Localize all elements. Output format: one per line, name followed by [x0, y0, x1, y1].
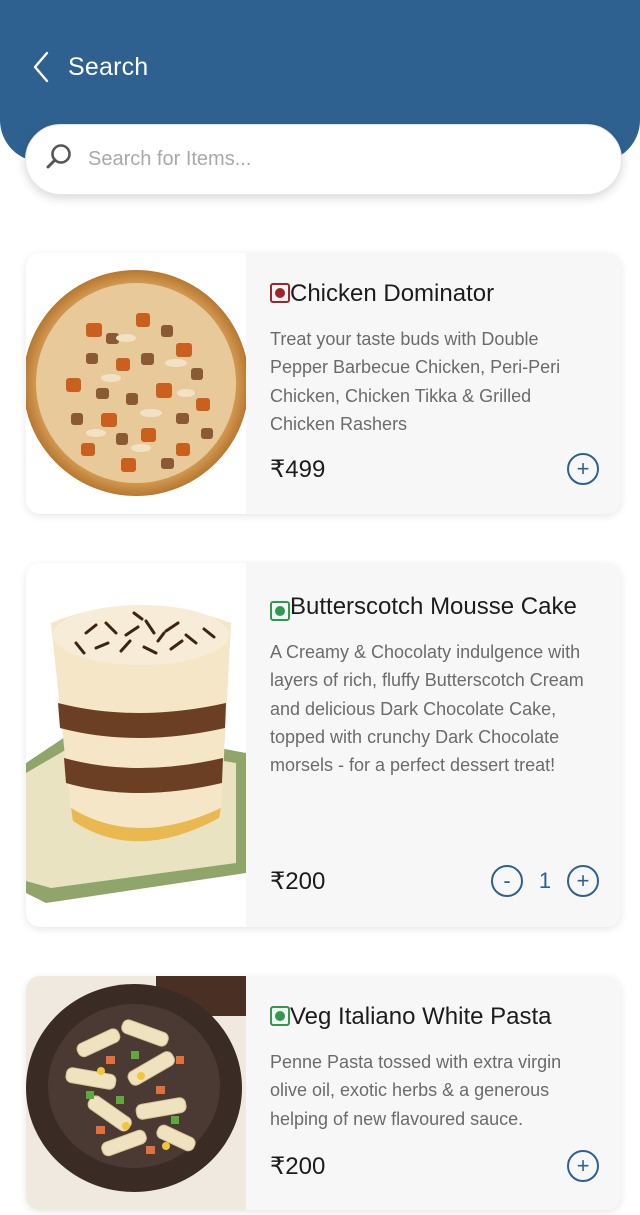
- plus-circle-icon: +: [576, 1153, 590, 1178]
- item-price: ₹200: [270, 1152, 326, 1180]
- item-description: Treat your taste buds with Double Pepper…: [270, 329, 561, 434]
- minus-circle-icon: -: [503, 868, 511, 893]
- search-icon: [44, 142, 74, 177]
- plus-circle-icon: +: [576, 456, 590, 481]
- plus-circle-icon: +: [576, 868, 590, 893]
- increase-quantity-button[interactable]: +: [567, 865, 599, 897]
- header-title: Search: [68, 52, 149, 81]
- quantity-value: 1: [538, 868, 552, 893]
- item-price: ₹200: [270, 867, 326, 895]
- item-description: Penne Pasta tossed with extra virgin oli…: [270, 1052, 562, 1129]
- search-input[interactable]: [88, 148, 568, 171]
- item-description: A Creamy & Chocolaty indulgence with lay…: [270, 642, 584, 776]
- veg-icon: [270, 1006, 290, 1026]
- search-bar[interactable]: [25, 124, 622, 195]
- item-price: ₹499: [270, 455, 326, 483]
- add-item-button[interactable]: +: [567, 1150, 599, 1182]
- item-name: Chicken Dominator: [290, 280, 495, 307]
- chevron-left-icon: [30, 50, 52, 84]
- item-image-pizza: [26, 253, 246, 514]
- quantity-stepper[interactable]: - 1 +: [491, 865, 599, 897]
- item-image-pasta: [26, 976, 246, 1210]
- item-name: Butterscotch Mousse Cake: [290, 593, 577, 620]
- menu-item-card[interactable]: Butterscotch Mousse Cake A Creamy & Choc…: [26, 563, 621, 927]
- decrease-quantity-button[interactable]: -: [491, 865, 523, 897]
- menu-item-card[interactable]: Chicken Dominator Treat your taste buds …: [26, 253, 621, 514]
- menu-item-card[interactable]: Veg Italiano White Pasta Penne Pasta tos…: [26, 976, 621, 1210]
- back-button[interactable]: Search: [30, 47, 148, 87]
- veg-icon: [270, 601, 290, 621]
- add-item-button[interactable]: +: [567, 453, 599, 485]
- item-name: Veg Italiano White Pasta: [290, 1003, 552, 1030]
- item-image-mousse-cake: [26, 563, 246, 927]
- non-veg-icon: [270, 283, 290, 303]
